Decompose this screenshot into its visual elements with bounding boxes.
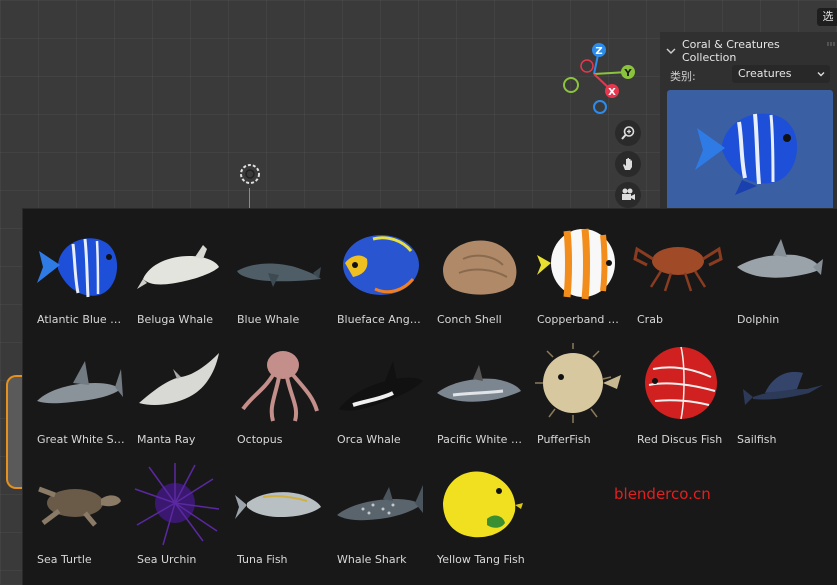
asset-item[interactable]: Whale Shark: [323, 449, 423, 569]
chevron-down-icon: [666, 48, 676, 55]
blue-tang-fish-icon: [37, 238, 118, 298]
asset-item[interactable]: Yellow Tang Fish: [423, 449, 525, 569]
asset-label: Tuna Fish: [237, 553, 288, 566]
asset-label: Pacific White Si...: [437, 433, 525, 446]
asset-label: Sea Urchin: [137, 553, 197, 566]
zoom-icon: [621, 126, 635, 140]
camera-icon: [622, 188, 635, 200]
crab-icon: [633, 246, 723, 292]
asset-label: PufferFish: [537, 433, 591, 446]
asset-label: Whale Shark: [337, 553, 407, 566]
asset-label: Great White Sh...: [37, 433, 125, 446]
asset-label: Manta Ray: [137, 433, 196, 446]
asset-label: Dolphin: [737, 313, 780, 326]
asset-item[interactable]: Copperband But...: [523, 209, 625, 329]
butterflyfish-icon: [537, 228, 615, 300]
sailfish-icon: [743, 371, 823, 405]
orca-icon: [339, 361, 423, 411]
beluga-whale-icon: [137, 245, 219, 289]
asset-label: Sailfish: [737, 433, 777, 446]
asset-item[interactable]: Octopus: [223, 329, 323, 449]
asset-panel: Coral & Creatures Collection 类别: Creatur…: [660, 32, 837, 208]
asset-item[interactable]: Dolphin: [723, 209, 823, 329]
asset-item[interactable]: Manta Ray: [123, 329, 223, 449]
cursor-line: [249, 188, 250, 210]
shark-icon: [37, 361, 123, 404]
asset-item[interactable]: Blueface Angelfi...: [323, 209, 425, 329]
3d-cursor-icon: [240, 164, 260, 184]
panel-title: Coral & Creatures Collection: [681, 38, 780, 64]
angelfish-icon: [343, 235, 419, 295]
category-label: 类别:: [670, 70, 696, 83]
white-sided-dolphin-icon: [437, 365, 521, 402]
whale-shark-icon: [337, 485, 423, 521]
asset-label: Crab: [637, 313, 663, 326]
chevron-down-icon: [817, 72, 825, 77]
asset-item[interactable]: Red Discus Fish: [623, 329, 723, 449]
category-dropdown[interactable]: Creatures: [732, 65, 830, 83]
dolphin-icon: [737, 239, 823, 278]
drag-grip-icon[interactable]: [827, 42, 835, 46]
octopus-icon: [241, 351, 319, 422]
manta-ray-icon: [139, 353, 219, 405]
sea-urchin-icon: [134, 463, 220, 546]
asset-item[interactable]: Conch Shell: [423, 209, 523, 329]
asset-item[interactable]: Tuna Fish: [223, 449, 323, 569]
category-value: Creatures: [738, 67, 792, 80]
gizmo-y-label: Y: [623, 68, 632, 79]
asset-item[interactable]: Pacific White Si...: [423, 329, 525, 449]
asset-item[interactable]: Blue Whale: [223, 209, 323, 329]
asset-label: Atlantic Blue Ta...: [37, 313, 125, 326]
top-right-button[interactable]: 选: [817, 8, 837, 26]
discus-fish-icon: [645, 346, 717, 420]
asset-label: Beluga Whale: [137, 313, 213, 326]
sea-turtle-icon: [38, 486, 121, 527]
gizmo-x-label: X: [608, 87, 616, 98]
asset-label: Octopus: [237, 433, 283, 446]
panel-header[interactable]: Coral & Creatures Collection: [666, 38, 837, 64]
asset-item[interactable]: Sea Urchin: [123, 449, 223, 569]
asset-item[interactable]: Sailfish: [723, 329, 823, 449]
asset-item[interactable]: Orca Whale: [323, 329, 423, 449]
asset-item[interactable]: Great White Sh...: [23, 329, 125, 449]
asset-label: Conch Shell: [437, 313, 502, 326]
asset-label: Copperband But...: [537, 313, 625, 326]
asset-item[interactable]: Beluga Whale: [123, 209, 223, 329]
asset-item[interactable]: Sea Turtle: [23, 449, 123, 569]
asset-item[interactable]: PufferFish: [523, 329, 623, 449]
blue-whale-icon: [237, 263, 321, 287]
hand-icon: [623, 158, 632, 170]
asset-label: Blue Whale: [237, 313, 300, 326]
blue-tang-fish-icon: [695, 113, 798, 195]
asset-browser-popup: Atlantic Blue Ta... Beluga Whale Blue Wh…: [22, 208, 837, 585]
asset-item[interactable]: Atlantic Blue Ta...: [23, 209, 125, 329]
watermark: blenderco.cn: [614, 485, 711, 503]
conch-shell-icon: [443, 240, 517, 295]
gizmo-z-label: Z: [595, 46, 602, 57]
navigation-gizmo[interactable]: Z Y X: [558, 38, 640, 120]
pan-button[interactable]: [615, 151, 641, 177]
yellow-tang-icon: [443, 471, 523, 538]
asset-label: Sea Turtle: [37, 553, 92, 566]
tuna-icon: [235, 492, 321, 519]
asset-label: Red Discus Fish: [637, 433, 723, 446]
zoom-button[interactable]: [615, 120, 641, 146]
asset-item[interactable]: Crab: [623, 209, 723, 329]
asset-preview[interactable]: [667, 90, 833, 208]
pufferfish-icon: [535, 343, 621, 423]
asset-label: Blueface Angelfi...: [337, 313, 425, 326]
asset-label: Yellow Tang Fish: [437, 553, 525, 566]
asset-label: Orca Whale: [337, 433, 401, 446]
camera-view-button[interactable]: [615, 182, 641, 208]
